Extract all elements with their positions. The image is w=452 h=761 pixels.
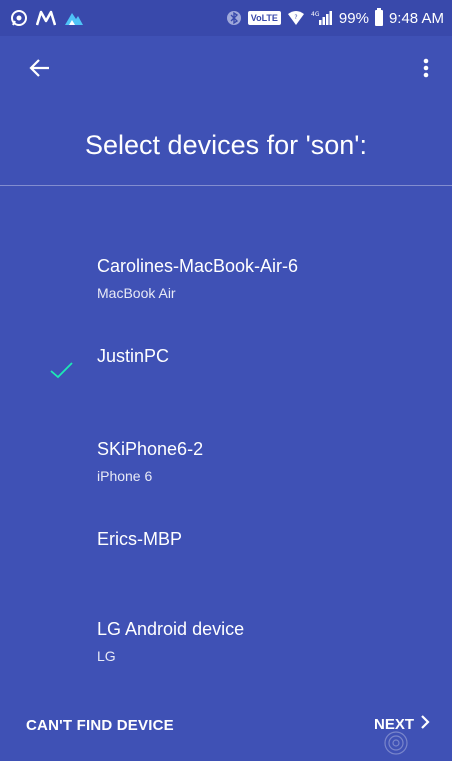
battery-icon xyxy=(374,8,383,26)
wifi-icon: ? xyxy=(287,10,305,26)
checkmark-icon xyxy=(48,360,74,380)
arrow-left-icon xyxy=(29,58,51,83)
device-type: LG xyxy=(97,648,116,664)
device-type: iPhone 6 xyxy=(97,468,153,484)
chevron-right-icon xyxy=(420,715,430,733)
device-item[interactable]: JustinPC xyxy=(0,340,452,420)
device-name: LG Android device xyxy=(97,619,245,639)
more-vert-icon xyxy=(423,58,429,83)
device-item[interactable]: LG Android device LG xyxy=(0,615,452,695)
device-item[interactable]: Carolines-MacBook-Air-6 MacBook Air xyxy=(0,252,452,332)
page-title: Select devices for 'son': xyxy=(85,130,367,160)
network-type-label: 4G xyxy=(311,11,320,18)
overflow-menu-button[interactable] xyxy=(414,54,438,86)
status-bar-left xyxy=(10,9,84,27)
divider xyxy=(0,185,452,186)
device-item[interactable]: Erics-MBP xyxy=(0,525,452,605)
svg-text:?: ? xyxy=(294,14,297,21)
volte-badge: VoLTE xyxy=(247,11,281,25)
back-button[interactable] xyxy=(22,54,58,86)
device-item[interactable]: SKiPhone6-2 iPhone 6 xyxy=(0,435,452,515)
device-type: MacBook Air xyxy=(97,285,176,301)
device-name: Erics-MBP xyxy=(97,529,182,549)
battery-percent: 99% xyxy=(338,9,369,27)
status-bar: VoLTE ? 4G 99% 9:48 AM xyxy=(0,0,452,36)
device-name: SKiPhone6-2 xyxy=(97,439,204,459)
m-app-icon xyxy=(36,10,56,26)
mountain-app-icon xyxy=(64,10,84,26)
touch-indicator-icon xyxy=(383,730,409,756)
bluetooth-icon xyxy=(226,10,242,26)
whatsapp-icon xyxy=(10,9,28,27)
device-name: Carolines-MacBook-Air-6 xyxy=(97,256,299,276)
clock: 9:48 AM xyxy=(388,9,444,27)
status-bar-right: VoLTE ? 4G 99% 9:48 AM xyxy=(226,8,444,27)
toolbar xyxy=(0,36,452,102)
cant-find-device-button[interactable]: CAN'T FIND DEVICE xyxy=(26,717,174,734)
device-name: JustinPC xyxy=(97,346,170,366)
signal-icon: 4G xyxy=(311,10,333,26)
